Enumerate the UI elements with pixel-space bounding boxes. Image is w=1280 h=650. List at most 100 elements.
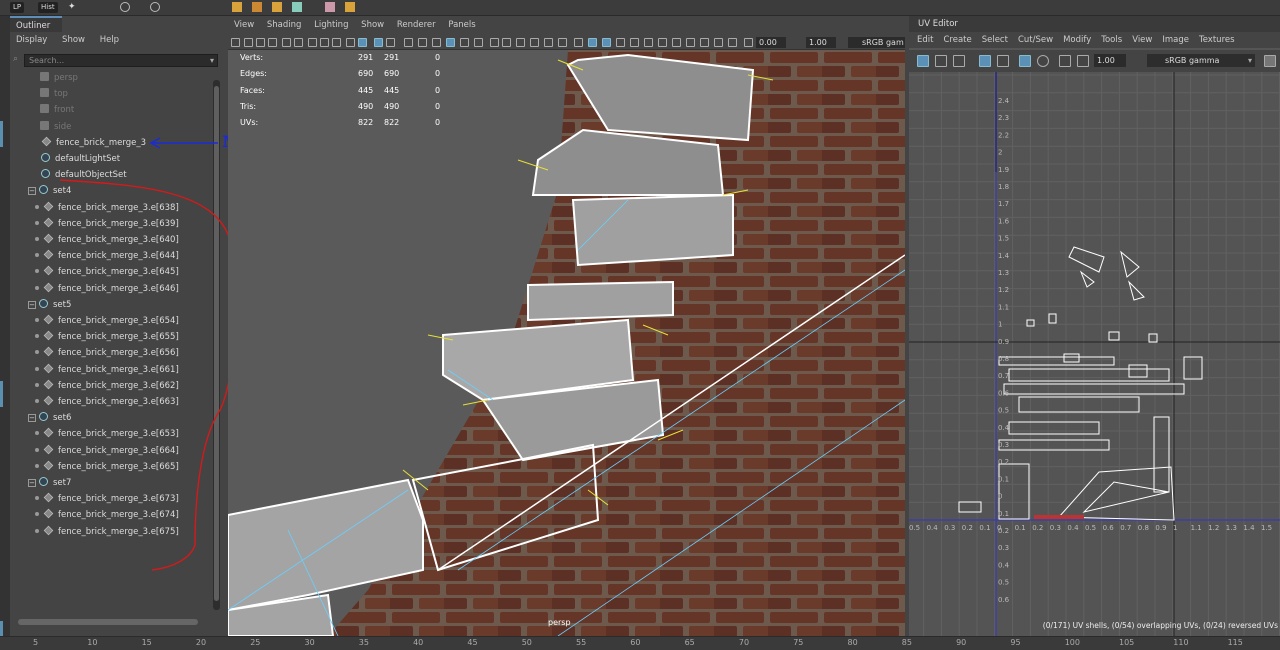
viewport-tool-icon[interactable] xyxy=(530,38,539,47)
viewport-tool-icon[interactable] xyxy=(744,38,753,47)
collapse-icon[interactable]: − xyxy=(28,414,36,423)
outliner-set[interactable]: − set4 xyxy=(28,183,71,199)
search-dropdown-icon[interactable]: ▾ xyxy=(210,55,214,66)
outliner-set-member[interactable]: fence_brick_merge_3.e[640] xyxy=(35,232,179,248)
viewport-tool-icon[interactable] xyxy=(294,38,303,47)
viewport-tool-icon[interactable] xyxy=(502,38,511,47)
viewport-tool-icon[interactable] xyxy=(386,38,395,47)
outliner-set-member[interactable]: fence_brick_merge_3.e[645] xyxy=(35,264,179,280)
uv-menu-item[interactable]: Create xyxy=(943,35,971,45)
menu-view[interactable]: View xyxy=(234,20,254,30)
tool-tab[interactable] xyxy=(0,121,3,147)
viewport-tool-icon[interactable] xyxy=(490,38,499,47)
uv-menu-item[interactable]: Image xyxy=(1162,35,1189,45)
viewport-tool-icon[interactable] xyxy=(332,38,341,47)
viewport-tool-icon[interactable] xyxy=(244,38,253,47)
viewport-tool-icon[interactable] xyxy=(672,38,681,47)
viewport-tool-icon[interactable] xyxy=(432,38,441,47)
outliner-item[interactable]: side xyxy=(40,119,71,135)
viewport-tool-icon[interactable] xyxy=(714,38,723,47)
uv-editor-title[interactable]: UV Editor xyxy=(909,16,1280,32)
uv-border-icon[interactable] xyxy=(997,55,1009,67)
outliner-item[interactable]: defaultObjectSet xyxy=(41,167,127,183)
uv-menu-item[interactable]: Select xyxy=(982,35,1008,45)
viewport-tool-icon[interactable] xyxy=(602,38,611,47)
menu-show[interactable]: Show xyxy=(361,20,384,30)
outliner-item[interactable]: persp xyxy=(40,70,78,86)
outliner-set-member[interactable]: fence_brick_merge_3.e[653] xyxy=(35,426,179,442)
outliner-set-member[interactable]: fence_brick_merge_3.e[646] xyxy=(35,281,179,297)
collapse-icon[interactable]: − xyxy=(28,187,36,196)
outliner-title[interactable]: Outliner xyxy=(10,16,62,32)
menu-renderer[interactable]: Renderer xyxy=(397,20,436,30)
outliner-item[interactable]: defaultLightSet xyxy=(41,151,120,167)
tool2-icon[interactable] xyxy=(345,2,355,12)
uv-menu-item[interactable]: Textures xyxy=(1199,35,1235,45)
viewport-tool-icon[interactable] xyxy=(544,38,553,47)
uv-exposure-field[interactable]: 1.00 xyxy=(1094,54,1126,67)
viewport-tool-icon[interactable] xyxy=(256,38,265,47)
viewport-tool-icon[interactable] xyxy=(346,38,355,47)
timeline-ruler[interactable]: 5 10 15 20 25 30 35 40 45 50 55 60 65 70 75 80 85 90 95 100… xyxy=(0,636,1280,650)
collapse-icon[interactable]: − xyxy=(28,300,36,309)
viewport-tool-icon[interactable] xyxy=(616,38,625,47)
colorspace-field[interactable]: sRGB gam xyxy=(848,37,905,48)
uv-menu-item[interactable]: View xyxy=(1132,35,1152,45)
outliner-item[interactable]: top xyxy=(40,86,68,102)
viewport-tool-icon[interactable] xyxy=(446,38,455,47)
snap-icon[interactable]: ✦ xyxy=(68,2,76,12)
scrollbar-thumb[interactable] xyxy=(214,86,219,601)
uv-distortion-icon[interactable] xyxy=(979,55,991,67)
viewport-tool-icon[interactable] xyxy=(268,38,277,47)
viewport-tool-icon[interactable] xyxy=(358,38,367,47)
viewport-tool-icon[interactable] xyxy=(308,38,317,47)
viewport-tool-icon[interactable] xyxy=(320,38,329,47)
menu-show[interactable]: Show xyxy=(62,35,85,45)
viewport-tool-icon[interactable] xyxy=(700,38,709,47)
uv-tool-icon[interactable] xyxy=(953,55,965,67)
menu-shading[interactable]: Shading xyxy=(267,20,302,30)
viewport-tool-icon[interactable] xyxy=(728,38,737,47)
outliner-set-member[interactable]: fence_brick_merge_3.e[665] xyxy=(35,459,179,475)
viewport-tool-icon[interactable] xyxy=(574,38,583,47)
menu-help[interactable]: Help xyxy=(100,35,119,45)
outliner-set-member[interactable]: fence_brick_merge_3.e[639] xyxy=(35,216,179,232)
outliner-set-member[interactable]: fence_brick_merge_3.e[654] xyxy=(35,313,179,329)
viewport-tool-icon[interactable] xyxy=(460,38,469,47)
viewport-tool-icon[interactable] xyxy=(686,38,695,47)
viewport-tool-icon[interactable] xyxy=(231,38,240,47)
uv-colorspace-dropdown[interactable]: sRGB gamma ▾ xyxy=(1147,54,1255,67)
collapse-icon[interactable]: − xyxy=(28,479,36,487)
tool-tab[interactable] xyxy=(0,381,3,407)
outliner-set-member[interactable]: fence_brick_merge_3.e[638] xyxy=(35,200,179,216)
hypershade-icon[interactable] xyxy=(232,2,242,12)
uv-checker-icon[interactable] xyxy=(1077,55,1089,67)
hist-button[interactable]: Hist xyxy=(38,2,58,13)
uv-grid-icon[interactable] xyxy=(1019,55,1031,67)
tool-icon[interactable] xyxy=(325,2,335,12)
menu-display[interactable]: Display xyxy=(16,35,47,45)
render-setup-icon[interactable] xyxy=(252,2,262,12)
uv-gear-icon[interactable] xyxy=(1037,55,1049,67)
toggle-icon[interactable] xyxy=(292,2,302,12)
outliner-set-member[interactable]: fence_brick_merge_3.e[675] xyxy=(35,524,179,540)
outliner-set-member[interactable]: fence_brick_merge_3.e[673] xyxy=(35,491,179,507)
viewport-tool-icon[interactable] xyxy=(374,38,383,47)
outliner-hscrollbar[interactable] xyxy=(18,619,198,625)
outliner-set-member[interactable]: fence_brick_merge_3.e[674] xyxy=(35,507,179,523)
menu-lighting[interactable]: Lighting xyxy=(314,20,348,30)
outliner-item[interactable]: fence_brick_merge_3 xyxy=(41,135,146,151)
uv-options-icon[interactable] xyxy=(1264,55,1276,67)
uv-shell-icon[interactable] xyxy=(935,55,947,67)
outliner-set-member[interactable]: fence_brick_merge_3.e[664] xyxy=(35,443,179,459)
viewport-tool-icon[interactable] xyxy=(516,38,525,47)
outliner-set[interactable]: − set5 xyxy=(28,297,71,313)
viewport-tool-icon[interactable] xyxy=(404,38,413,47)
uv-menu-item[interactable]: Modify xyxy=(1063,35,1091,45)
viewport-tool-icon[interactable] xyxy=(558,38,567,47)
outliner-scrollbar[interactable] xyxy=(213,80,220,610)
outliner-set[interactable]: − set6 xyxy=(28,410,71,426)
render-icon[interactable] xyxy=(120,2,130,12)
outliner-item[interactable]: front xyxy=(40,102,74,118)
outliner-set-member[interactable]: fence_brick_merge_3.e[661] xyxy=(35,362,179,378)
